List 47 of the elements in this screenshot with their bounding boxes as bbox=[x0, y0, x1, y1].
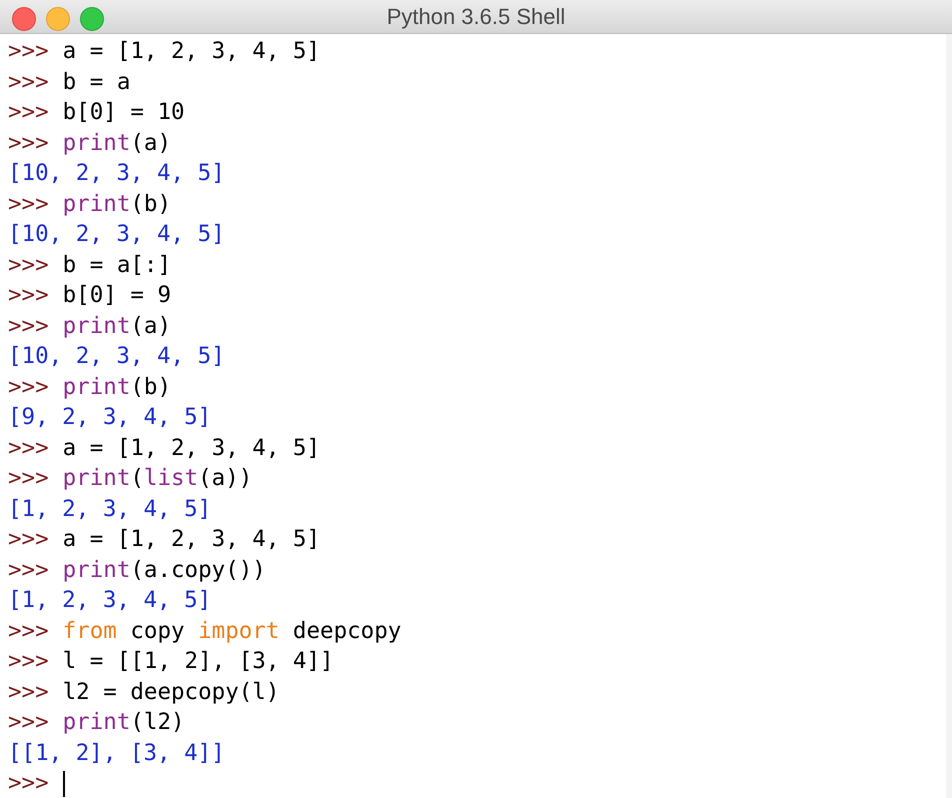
output-line: [10, 2, 3, 4, 5] bbox=[8, 342, 225, 372]
code-line: b = a bbox=[62, 68, 130, 97]
code-line: a = [1, 2, 3, 4, 5] bbox=[62, 434, 320, 463]
code-line: print(a) bbox=[62, 312, 172, 341]
prompt: >>> bbox=[8, 128, 49, 158]
prompt: >>> bbox=[8, 372, 49, 402]
code-line: print(list(a)) bbox=[62, 464, 252, 494]
code-line: print(l2) bbox=[62, 708, 185, 738]
prompt: >>> bbox=[8, 281, 49, 310]
prompt: >>> bbox=[8, 434, 49, 463]
minimize-button[interactable] bbox=[46, 7, 70, 31]
code-line: b[0] = 10 bbox=[62, 98, 185, 128]
output-line: [[1, 2], [3, 4]] bbox=[8, 738, 225, 768]
output-line: [1, 2, 3, 4, 5] bbox=[8, 494, 212, 524]
prompt: >>> bbox=[8, 678, 49, 707]
zoom-button[interactable] bbox=[80, 7, 104, 31]
code-line: l2 = deepcopy(l) bbox=[62, 678, 280, 707]
text-cursor bbox=[62, 771, 65, 798]
code-line: l = [[1, 2], [3, 4]] bbox=[62, 647, 334, 676]
prompt: >>> bbox=[8, 37, 49, 66]
output-line: [10, 2, 3, 4, 5] bbox=[8, 159, 225, 188]
output-line: [9, 2, 3, 4, 5] bbox=[8, 403, 212, 432]
code-line: a = [1, 2, 3, 4, 5] bbox=[62, 37, 320, 66]
code-line: a = [1, 2, 3, 4, 5] bbox=[62, 525, 320, 554]
prompt: >>> bbox=[8, 98, 49, 128]
code-line: print(b) bbox=[62, 372, 172, 402]
prompt: >>> bbox=[8, 464, 49, 494]
output-line: [1, 2, 3, 4, 5] bbox=[8, 586, 212, 616]
code-line: b[0] = 9 bbox=[62, 281, 172, 310]
prompt: >>> bbox=[8, 190, 49, 219]
prompt: >>> bbox=[8, 708, 49, 738]
prompt: >>> bbox=[8, 647, 49, 676]
code-line: from copy import deepcopy bbox=[62, 616, 402, 646]
code-line: print(a.copy()) bbox=[62, 556, 266, 585]
output-line: [10, 2, 3, 4, 5] bbox=[8, 220, 225, 250]
prompt: >>> bbox=[8, 525, 49, 554]
code-line: print(a) bbox=[62, 128, 172, 158]
code-line: print(b) bbox=[62, 190, 172, 219]
window-title: Python 3.6.5 Shell bbox=[386, 3, 566, 31]
prompt: >>> bbox=[8, 250, 49, 280]
prompt: >>> bbox=[8, 312, 49, 341]
code-line: b = a[:] bbox=[62, 250, 172, 280]
close-button[interactable] bbox=[12, 7, 36, 31]
prompt: >>> bbox=[8, 616, 49, 646]
prompt: >>> bbox=[8, 769, 49, 798]
prompt: >>> bbox=[8, 556, 49, 585]
prompt: >>> bbox=[8, 68, 49, 97]
